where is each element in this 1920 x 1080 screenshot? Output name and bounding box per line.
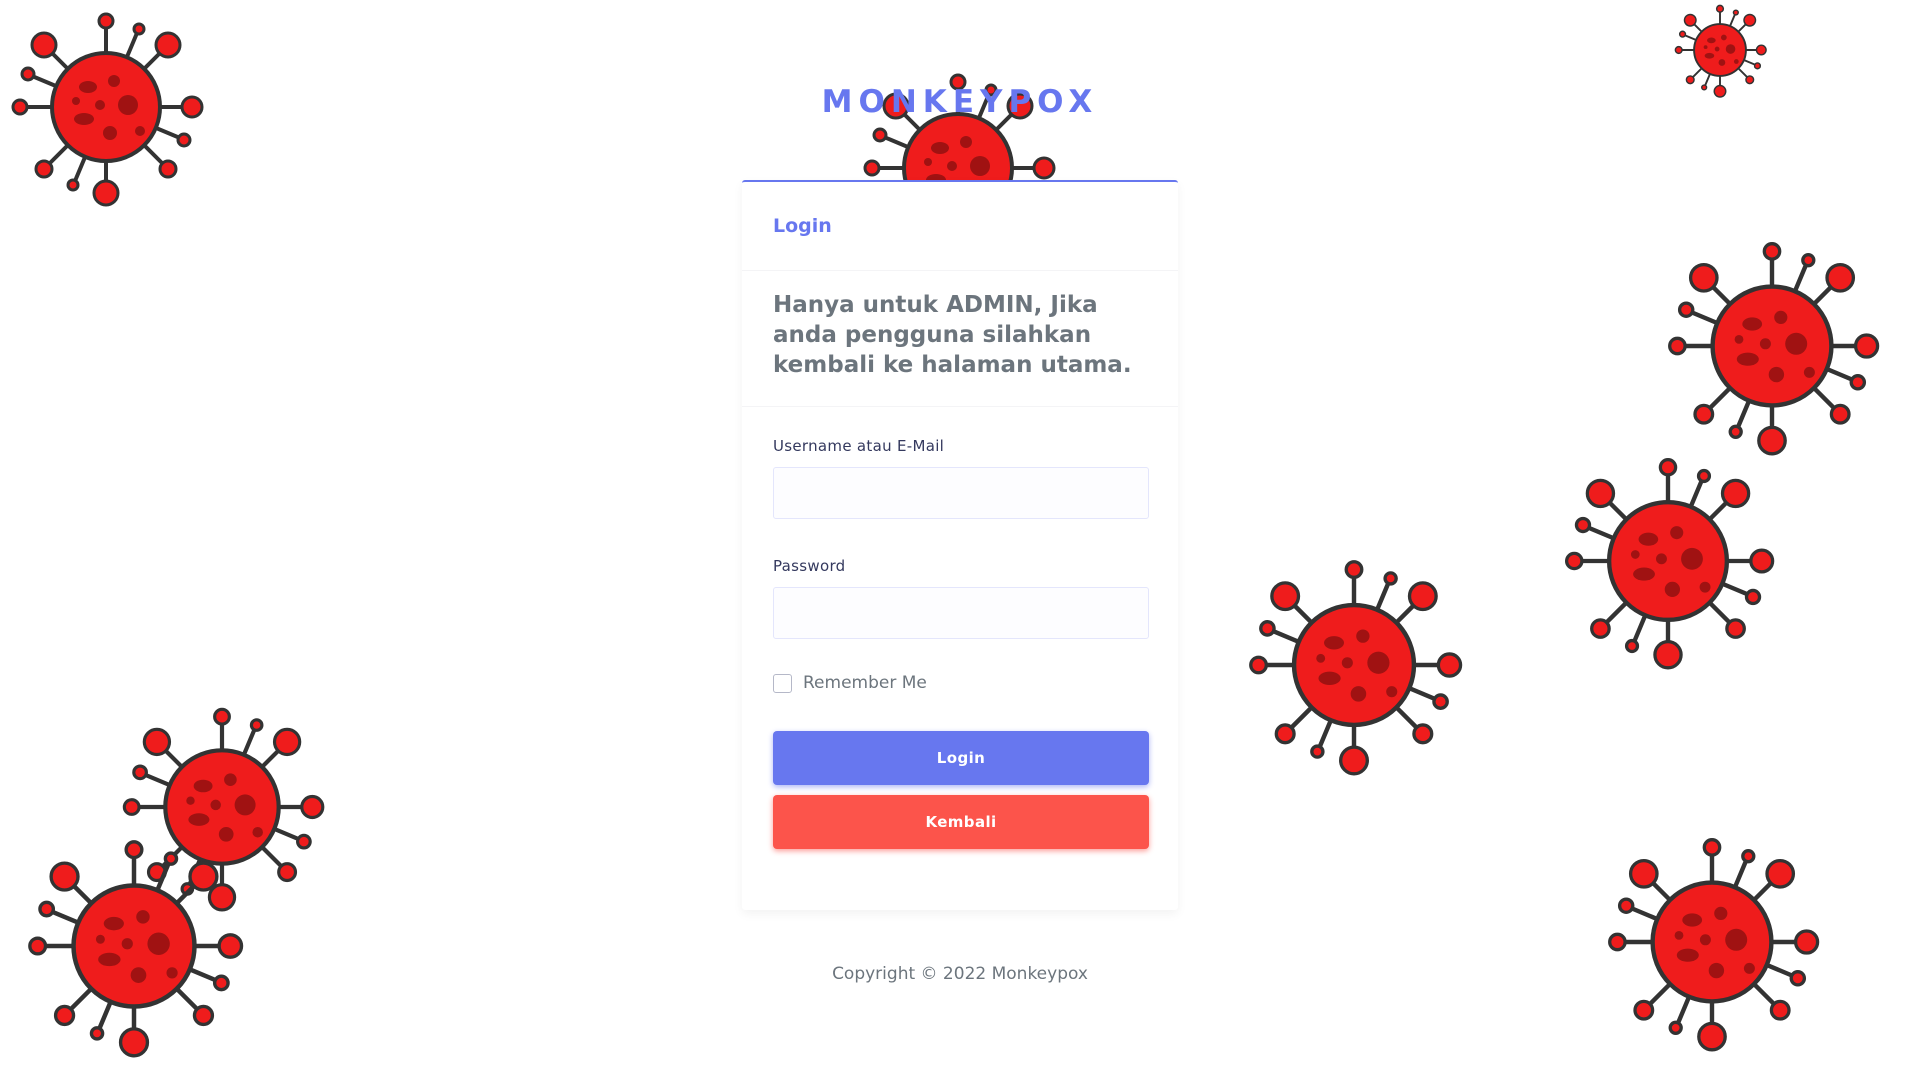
monkeypox-virus-icon	[1674, 4, 1768, 98]
brand-title: MONKEYPOX	[821, 84, 1099, 120]
monkeypox-virus-icon	[11, 12, 204, 207]
username-label: Username atau E-Mail	[773, 437, 945, 455]
password-label: Password	[773, 557, 846, 575]
monkeypox-virus-icon	[1652, 236, 1892, 456]
username-group: Username atau E-Mail	[773, 437, 1149, 519]
admin-notice: Hanya untuk ADMIN, Jika anda pengguna si…	[742, 271, 1178, 407]
remember-me-label[interactable]: Remember Me	[803, 673, 927, 693]
login-form: Username atau E-Mail Password Remember M…	[742, 407, 1178, 849]
card-header: Login	[742, 182, 1178, 271]
copyright-footer: Copyright © 2022 Monkeypox	[832, 964, 1088, 984]
remember-me-checkbox[interactable]	[773, 673, 792, 693]
monkeypox-virus-icon	[14, 834, 254, 1058]
card-title: Login	[773, 215, 832, 237]
username-input[interactable]	[773, 467, 1149, 519]
back-button[interactable]: Kembali	[773, 795, 1149, 849]
monkeypox-virus-icon	[1550, 452, 1786, 670]
login-card: Login Hanya untuk ADMIN, Jika anda pengg…	[742, 180, 1178, 910]
remember-me[interactable]: Remember Me	[773, 673, 1147, 693]
monkeypox-virus-icon	[1236, 554, 1472, 776]
monkeypox-virus-icon	[1592, 832, 1832, 1052]
login-button[interactable]: Login	[773, 731, 1149, 785]
password-input[interactable]	[773, 587, 1149, 639]
password-group: Password	[773, 557, 1149, 639]
login-page: MONKEYPOX Login Hanya untuk ADMIN, Jika …	[0, 0, 1920, 1080]
admin-notice-text: Hanya untuk ADMIN, Jika anda pengguna si…	[773, 292, 1132, 378]
